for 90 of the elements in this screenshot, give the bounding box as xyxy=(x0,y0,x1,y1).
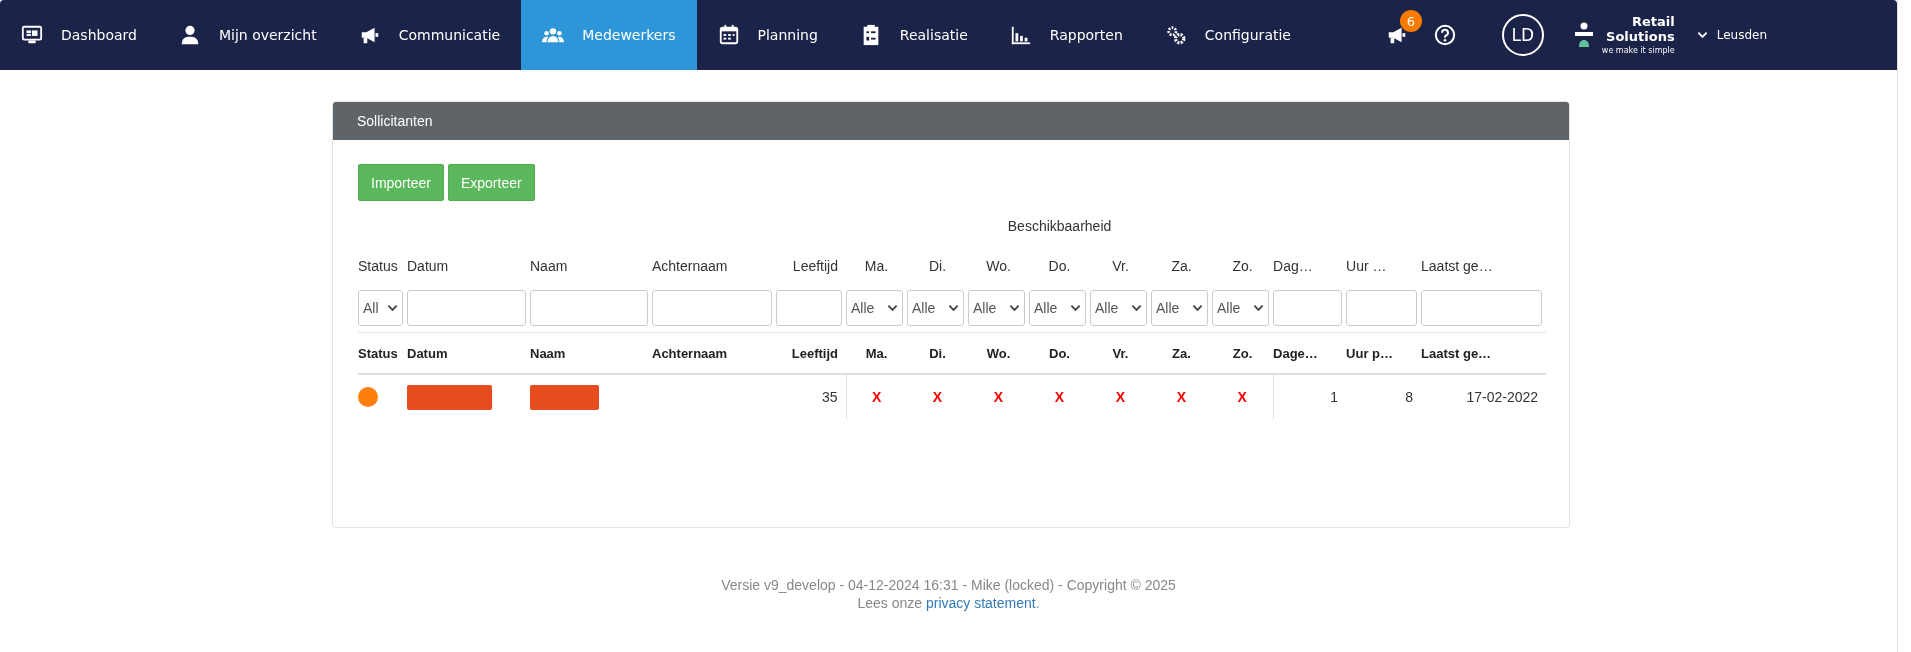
caret-icon xyxy=(1253,304,1265,312)
column-header[interactable]: Dage… xyxy=(1273,345,1318,361)
table-cell: 35 xyxy=(821,389,838,405)
filter-input[interactable] xyxy=(1346,290,1418,326)
bar-chart-icon xyxy=(1009,24,1032,46)
filter-label: Do. xyxy=(1048,257,1071,274)
unavailable-mark: X xyxy=(1054,389,1065,405)
unavailable-mark: X xyxy=(1237,389,1247,405)
filter-label: Status xyxy=(358,257,398,274)
column-header[interactable]: Za. xyxy=(1172,345,1191,361)
nav-tab[interactable]: Configuratie xyxy=(1143,0,1312,70)
filter-label: Za. xyxy=(1171,257,1192,274)
filter-label: Naam xyxy=(530,257,568,274)
calendar-icon xyxy=(717,24,740,46)
filter-label: Dag… xyxy=(1273,257,1313,274)
caret-icon xyxy=(387,304,398,312)
filter-label: Uur … xyxy=(1346,257,1387,274)
notification-count: 6 xyxy=(1399,10,1422,32)
filter-input[interactable] xyxy=(1273,290,1343,326)
nav-tab[interactable]: Mijn overzicht xyxy=(157,0,338,70)
panel-title: Sollicitanten xyxy=(357,113,433,129)
column-header[interactable]: Status xyxy=(358,345,398,361)
filter-input[interactable] xyxy=(776,290,842,326)
filter-label: Leeftijd xyxy=(792,257,838,274)
column-header[interactable]: Laatst ge… xyxy=(1421,345,1492,361)
help-icon[interactable] xyxy=(1433,24,1456,46)
filter-dropdown[interactable]: All xyxy=(358,290,403,326)
gears-icon xyxy=(1164,24,1187,46)
filter-label: Datum xyxy=(407,257,449,274)
filter-dropdown[interactable]: Alle xyxy=(1151,290,1208,326)
filter-dropdown[interactable]: Alle xyxy=(1212,290,1270,326)
column-header[interactable]: Datum xyxy=(407,345,448,361)
filter-label: Wo. xyxy=(986,257,1011,274)
privacy-text: Lees onze privacy statement. xyxy=(856,594,1041,612)
filter-label: Achternaam xyxy=(652,257,728,274)
caret-icon xyxy=(1009,304,1020,312)
logo-tagline: we make it simple xyxy=(1601,46,1675,56)
nav-tab[interactable]: Communicatie xyxy=(337,0,522,70)
unavailable-mark: X xyxy=(1115,389,1126,405)
group-header: Beschikbaarheid xyxy=(1007,218,1112,234)
logo-text: Retail xyxy=(1631,14,1675,29)
column-header[interactable]: Achternaam xyxy=(652,345,728,361)
filter-dropdown[interactable]: Alle xyxy=(1029,290,1086,326)
filter-input[interactable] xyxy=(1421,290,1543,326)
filter-dropdown[interactable]: Alle xyxy=(968,290,1025,326)
caret-icon xyxy=(948,304,959,312)
column-header[interactable]: Wo. xyxy=(986,345,1011,361)
column-header[interactable]: Di. xyxy=(929,345,946,361)
caret-icon xyxy=(1070,304,1081,312)
filter-dropdown[interactable]: Alle xyxy=(907,290,964,326)
filter-dropdown[interactable]: Alle xyxy=(846,290,903,326)
filter-input[interactable] xyxy=(652,290,772,326)
version-text: Versie v9_develop - 04-12-2024 16:31 - Mike (locked) - Copyright © 2025 xyxy=(720,576,1177,594)
caret-icon xyxy=(1192,304,1203,312)
filter-label: Vr. xyxy=(1112,257,1129,274)
monitor-icon xyxy=(21,24,43,46)
filter-label: Di. xyxy=(928,257,947,274)
caret-icon xyxy=(1131,304,1142,312)
nav-tab[interactable]: Planning xyxy=(696,0,839,70)
privacy-link[interactable]: privacy statement xyxy=(925,595,1036,611)
column-header[interactable]: Uur p… xyxy=(1346,345,1393,361)
filter-dropdown[interactable]: Alle xyxy=(1090,290,1147,326)
nav-tab[interactable]: Realisatie xyxy=(838,0,989,70)
column-header[interactable]: Do. xyxy=(1049,345,1070,361)
caret-icon xyxy=(1696,31,1708,39)
logo-text: Solutions xyxy=(1606,29,1675,44)
nav-tab[interactable]: Dashboard xyxy=(0,0,158,70)
filter-input[interactable] xyxy=(407,290,526,326)
unavailable-mark: X xyxy=(1176,389,1187,405)
filter-label: Ma. xyxy=(864,257,889,274)
unavailable-mark: X xyxy=(872,389,882,405)
column-header[interactable]: Leeftijd xyxy=(791,345,838,361)
unavailable-mark: X xyxy=(993,389,1004,405)
filter-input[interactable] xyxy=(530,290,648,326)
logo-mark-icon xyxy=(1573,22,1594,48)
filter-label: Zo. xyxy=(1232,257,1253,274)
table-cell: 1 xyxy=(1330,389,1339,405)
filter-label: Laatst ge… xyxy=(1421,257,1493,274)
column-header[interactable]: Ma. xyxy=(865,345,888,361)
nav-tab[interactable]: Rapporten xyxy=(988,0,1144,70)
user-avatar[interactable]: LD xyxy=(1501,14,1544,56)
table-cell: 17-02-2022 xyxy=(1466,389,1539,405)
location-dropdown[interactable]: Leusden xyxy=(1696,28,1767,42)
caret-icon xyxy=(887,304,898,312)
redaction-block xyxy=(530,384,599,410)
column-header[interactable]: Vr. xyxy=(1112,345,1129,361)
table-cell: 8 xyxy=(1405,389,1414,405)
column-header[interactable]: Zo. xyxy=(1232,345,1253,361)
column-header[interactable]: Naam xyxy=(530,345,566,361)
unavailable-mark: X xyxy=(932,389,943,405)
